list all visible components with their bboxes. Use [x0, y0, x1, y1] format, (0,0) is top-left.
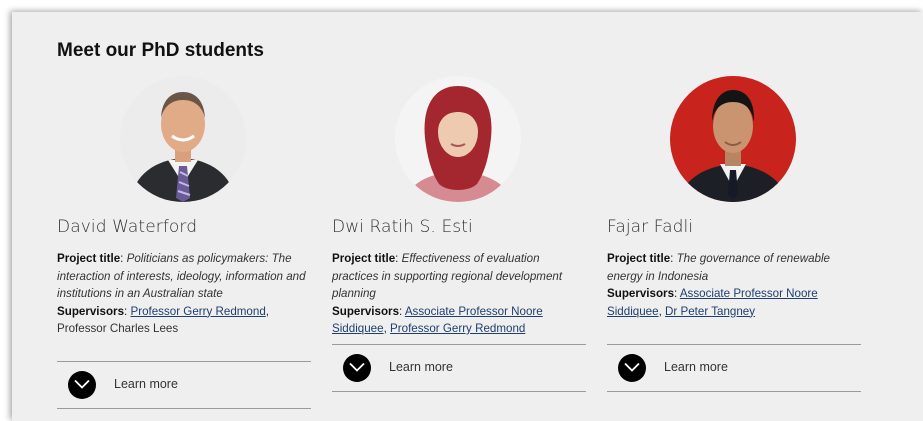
chevron-down-icon — [74, 379, 90, 389]
supervisor-link-gerry-redmond[interactable]: Professor Gerry Redmond — [390, 322, 525, 335]
supervisors-label: Supervisors — [57, 304, 125, 318]
project-title-label: Project title — [57, 252, 121, 265]
learn-more-row[interactable]: Learn more — [332, 344, 586, 392]
learn-more-button[interactable] — [343, 354, 371, 382]
phd-students-section: Meet our PhD students David Waterford Pr… — [12, 12, 923, 421]
student-info: Project title: Effectiveness of evaluati… — [332, 252, 563, 335]
learn-more-row[interactable]: Learn more — [607, 344, 861, 392]
learn-more-label[interactable]: Learn more — [114, 377, 178, 391]
chevron-down-icon — [624, 362, 640, 372]
section-title: Meet our PhD students — [57, 40, 264, 61]
student-photo — [120, 76, 246, 202]
supervisor-link-peter-tangney[interactable]: Dr Peter Tangney — [665, 305, 755, 318]
learn-more-button[interactable] — [618, 354, 646, 382]
supervisors-label: Supervisors — [607, 287, 675, 300]
learn-more-row[interactable]: Learn more — [57, 361, 311, 409]
student-name: Dwi Ratih S. Esti — [332, 217, 473, 237]
chevron-down-icon — [349, 362, 365, 372]
student-photo — [670, 76, 796, 202]
supervisor-link-gerry-redmond[interactable]: Professor Gerry Redmond — [130, 305, 265, 318]
supervisor-charles-lees: Professor Charles Lees — [57, 322, 179, 335]
student-photo — [395, 76, 521, 202]
learn-more-label[interactable]: Learn more — [389, 360, 453, 374]
student-name: Fajar Fadli — [607, 217, 694, 237]
learn-more-button[interactable] — [68, 371, 96, 399]
student-info: Project title: Politicians as policymake… — [57, 252, 306, 335]
project-title-label: Project title — [607, 252, 671, 265]
student-info: Project title: The governance of renewab… — [607, 252, 830, 318]
supervisors-label: Supervisors — [332, 304, 400, 318]
student-name: David Waterford — [57, 217, 198, 237]
project-title-label: Project title — [332, 252, 396, 265]
learn-more-label[interactable]: Learn more — [664, 360, 728, 374]
